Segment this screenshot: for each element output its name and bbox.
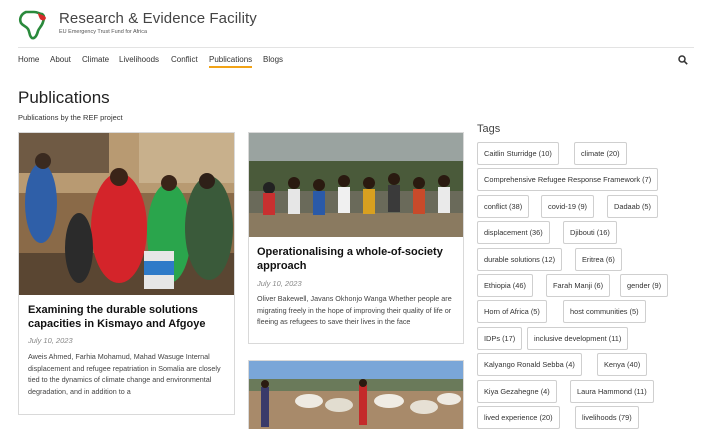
tag-chip[interactable]: IDPs (17) <box>477 327 523 350</box>
nav-blogs[interactable]: Blogs <box>263 55 283 64</box>
tags-heading: Tags <box>477 123 501 135</box>
tag-chip[interactable]: displacement (36) <box>477 221 550 244</box>
nav-livelihoods[interactable]: Livelihoods <box>119 55 159 64</box>
tag-chip[interactable]: climate (20) <box>574 142 627 165</box>
tag-chip[interactable]: Kiya Gezahegne (4) <box>477 380 557 403</box>
card-date: July 10, 2023 <box>257 279 302 288</box>
nav-publications[interactable]: Publications <box>209 55 253 68</box>
tag-chip[interactable]: Djibouti (16) <box>563 221 617 244</box>
page-subtitle: Publications by the REF project <box>18 113 123 122</box>
tag-chip[interactable]: durable solutions (12) <box>477 248 563 271</box>
publication-card[interactable]: Operationalising a whole-of-society appr… <box>248 132 464 344</box>
publication-card[interactable]: Examining the durable solutions capaciti… <box>18 132 235 415</box>
main-nav: Home About Climate Livelihoods Conflict … <box>18 47 694 71</box>
search-icon[interactable] <box>678 55 688 65</box>
tag-chip[interactable]: Caitlin Sturridge (10) <box>477 142 559 165</box>
tag-chip[interactable]: livelihoods (79) <box>575 406 639 429</box>
tag-chip[interactable]: Kalyango Ronald Sebba (4) <box>477 353 582 376</box>
publication-card[interactable] <box>248 360 464 429</box>
tag-chip[interactable]: Comprehensive Refugee Response Framework… <box>477 168 659 191</box>
tag-chip[interactable]: host communities (5) <box>563 300 646 323</box>
card-date: July 10, 2023 <box>28 336 73 345</box>
tag-chip[interactable]: Laura Hammond (11) <box>570 380 654 403</box>
nav-about[interactable]: About <box>50 55 71 64</box>
card-image[interactable] <box>249 361 464 429</box>
card-image[interactable] <box>19 133 235 295</box>
africa-logo-icon[interactable] <box>18 8 48 40</box>
tag-chip[interactable]: inclusive development (11) <box>527 327 629 350</box>
nav-home[interactable]: Home <box>18 55 39 64</box>
tag-chip[interactable]: lived experience (20) <box>477 406 560 429</box>
card-title[interactable]: Operationalising a whole-of-society appr… <box>257 245 457 273</box>
tag-chip[interactable]: conflict (38) <box>477 195 530 218</box>
tag-chip[interactable]: Kenya (40) <box>597 353 648 376</box>
card-excerpt: Oliver Bakewell, Javans Okhonjo Wanga Wh… <box>257 294 452 326</box>
nav-climate[interactable]: Climate <box>82 55 109 64</box>
tag-chip[interactable]: Horn of Africa (5) <box>477 300 547 323</box>
nav-conflict[interactable]: Conflict <box>171 55 198 64</box>
site-header: Research & Evidence Facility EU Emergenc… <box>18 8 698 42</box>
tag-chip[interactable]: Farah Manji (6) <box>546 274 611 297</box>
card-excerpt: Aweis Ahmed, Farhia Mohamud, Mahad Wasug… <box>28 352 221 396</box>
brand-subtitle: EU Emergency Trust Fund for Africa <box>59 29 148 35</box>
tag-chip[interactable]: covid-19 (9) <box>541 195 595 218</box>
tag-chip[interactable]: Dadaab (5) <box>607 195 658 218</box>
card-title[interactable]: Examining the durable solutions capaciti… <box>28 303 228 331</box>
tag-chip[interactable]: Ethiopia (46) <box>477 274 533 297</box>
tag-chip[interactable]: gender (9) <box>620 274 669 297</box>
brand-title[interactable]: Research & Evidence Facility <box>59 10 257 27</box>
page-title: Publications <box>18 88 110 107</box>
card-image[interactable] <box>249 133 464 237</box>
tag-chip[interactable]: Eritrea (6) <box>575 248 622 271</box>
